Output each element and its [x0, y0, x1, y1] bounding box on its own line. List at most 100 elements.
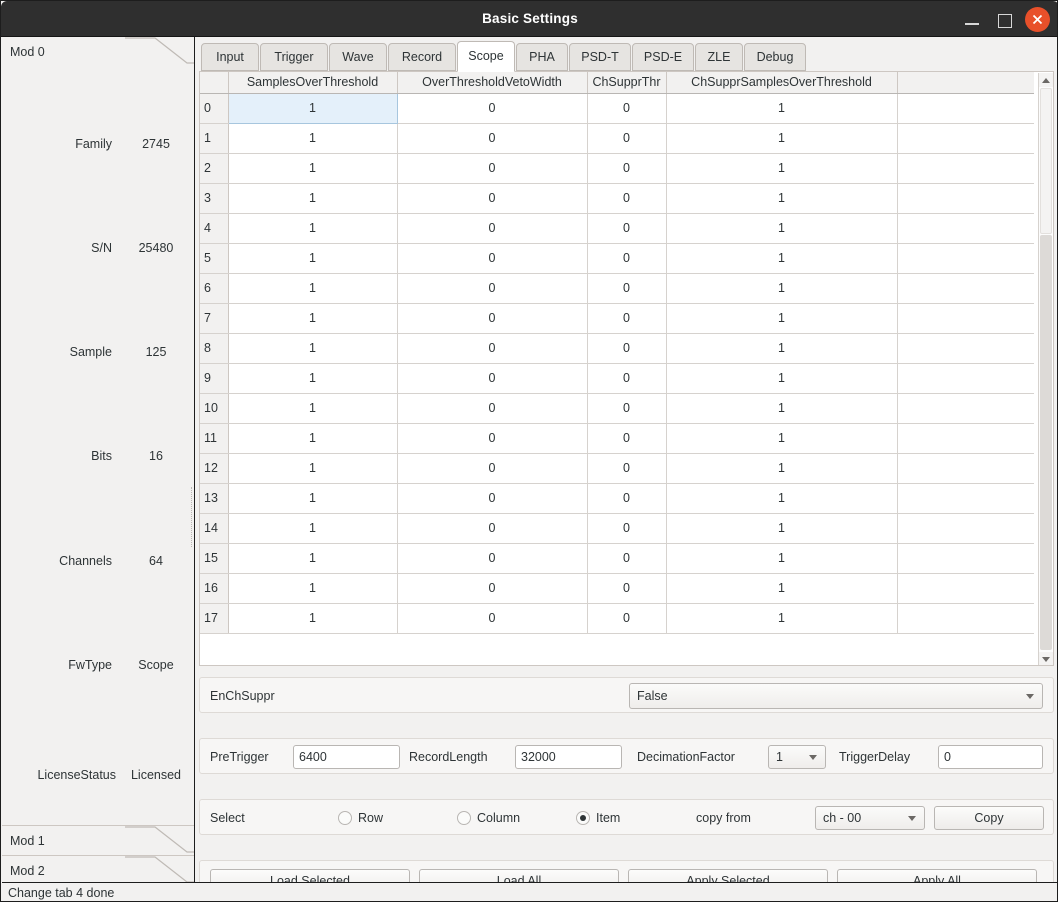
- radio-item[interactable]: [576, 811, 590, 825]
- table-cell[interactable]: 0: [587, 423, 667, 454]
- table-row[interactable]: 31001: [200, 183, 1034, 214]
- tab-scope[interactable]: Scope: [457, 41, 515, 72]
- sidebar-item-mod-1[interactable]: Mod 1: [2, 826, 195, 856]
- row-index-cell[interactable]: 5: [200, 243, 229, 274]
- table-cell[interactable]: 1: [228, 393, 398, 424]
- scrollbar-thumb[interactable]: [1040, 88, 1052, 234]
- row-index-cell[interactable]: 12: [200, 453, 229, 484]
- enchsuppr-combo[interactable]: False: [629, 683, 1043, 709]
- table-row[interactable]: 11001: [200, 123, 1034, 154]
- table-cell[interactable]: 0: [587, 483, 667, 514]
- table-cell[interactable]: 0: [397, 93, 588, 124]
- table-cell[interactable]: 0: [397, 603, 588, 634]
- table-cell[interactable]: 1: [666, 453, 898, 484]
- table-cell[interactable]: 1: [666, 333, 898, 364]
- tab-debug[interactable]: Debug: [744, 43, 806, 71]
- table-cell[interactable]: 1: [228, 153, 398, 184]
- table-cell[interactable]: 0: [397, 573, 588, 604]
- table-cell[interactable]: 0: [397, 123, 588, 154]
- table-cell[interactable]: 1: [227, 92, 398, 124]
- pretrigger-input[interactable]: [293, 745, 400, 769]
- table-cell[interactable]: 1: [666, 153, 898, 184]
- table-cell[interactable]: 1: [666, 213, 898, 244]
- table-cell[interactable]: 1: [666, 363, 898, 394]
- table-cell[interactable]: 0: [397, 303, 588, 334]
- table-cell[interactable]: 0: [587, 333, 667, 364]
- table-cell[interactable]: 0: [397, 423, 588, 454]
- table-cell[interactable]: 1: [666, 423, 898, 454]
- table-cell[interactable]: 1: [228, 273, 398, 304]
- decimationfactor-combo[interactable]: 1: [768, 745, 826, 769]
- table-cell[interactable]: 0: [587, 453, 667, 484]
- table-cell[interactable]: 1: [666, 573, 898, 604]
- table-cell[interactable]: 0: [397, 213, 588, 244]
- table-cell[interactable]: 1: [228, 513, 398, 544]
- table-cell[interactable]: 1: [228, 183, 398, 214]
- tab-zle[interactable]: ZLE: [695, 43, 743, 71]
- tab-record[interactable]: Record: [388, 43, 456, 71]
- table-cell[interactable]: 1: [228, 213, 398, 244]
- table-cell[interactable]: 1: [666, 183, 898, 214]
- table-cell[interactable]: 0: [587, 273, 667, 304]
- table-cell[interactable]: 0: [397, 243, 588, 274]
- row-index-cell[interactable]: 17: [200, 603, 229, 634]
- table-row[interactable]: 13 1 0 0 1: [200, 483, 1034, 514]
- table-cell[interactable]: 0: [397, 183, 588, 214]
- table-cell[interactable]: 0: [397, 273, 588, 304]
- table-row[interactable]: 11 1 0 0 1: [200, 423, 1034, 454]
- row-index-cell[interactable]: 0: [200, 93, 229, 124]
- table-cell[interactable]: 1: [666, 93, 898, 124]
- table-cell[interactable]: 1: [228, 243, 398, 274]
- parameter-table[interactable]: SamplesOverThreshold OverThresholdVetoWi…: [199, 71, 1054, 666]
- table-row[interactable]: 71001: [200, 303, 1034, 334]
- row-index-cell[interactable]: 10: [200, 393, 229, 424]
- table-cell[interactable]: 0: [587, 573, 667, 604]
- tab-input[interactable]: Input: [201, 43, 259, 71]
- maximize-icon[interactable]: [993, 9, 1015, 31]
- row-index-cell[interactable]: 11: [200, 423, 229, 454]
- table-row[interactable]: 17 1 0 0 1: [200, 603, 1034, 634]
- row-index-cell[interactable]: 6: [200, 273, 229, 304]
- close-icon[interactable]: [1025, 7, 1050, 32]
- table-cell[interactable]: 0: [587, 393, 667, 424]
- table-row[interactable]: 81001: [200, 333, 1034, 364]
- column-header-samplesoverthreshold[interactable]: SamplesOverThreshold: [228, 72, 398, 94]
- table-cell[interactable]: 0: [587, 93, 667, 124]
- table-row[interactable]: 14 1 0 0 1: [200, 513, 1034, 544]
- table-cell[interactable]: 0: [397, 543, 588, 574]
- row-index-cell[interactable]: 1: [200, 123, 229, 154]
- radio-row[interactable]: [338, 811, 352, 825]
- table-cell[interactable]: 1: [666, 543, 898, 574]
- table-row[interactable]: 21001: [200, 153, 1034, 184]
- table-row[interactable]: 91001: [200, 363, 1034, 394]
- row-index-cell[interactable]: 2: [200, 153, 229, 184]
- table-cell[interactable]: 1: [666, 603, 898, 634]
- table-cell[interactable]: 0: [587, 213, 667, 244]
- table-cell[interactable]: 1: [666, 303, 898, 334]
- table-cell[interactable]: 1: [666, 273, 898, 304]
- triggerdelay-input[interactable]: [938, 745, 1043, 769]
- tab-psd-t[interactable]: PSD-T: [569, 43, 631, 71]
- table-cell[interactable]: 0: [587, 183, 667, 214]
- table-cell[interactable]: 0: [587, 363, 667, 394]
- table-cell[interactable]: 0: [397, 363, 588, 394]
- table-cell[interactable]: 1: [228, 573, 398, 604]
- table-cell[interactable]: 1: [228, 333, 398, 364]
- table-cell[interactable]: 1: [228, 543, 398, 574]
- table-cell[interactable]: 0: [587, 123, 667, 154]
- minimize-icon[interactable]: [961, 9, 983, 31]
- table-row[interactable]: 16 1 0 0 1: [200, 573, 1034, 604]
- table-cell[interactable]: 0: [587, 243, 667, 274]
- table-cell[interactable]: 1: [228, 483, 398, 514]
- table-cell[interactable]: 1: [666, 243, 898, 274]
- table-cell[interactable]: 1: [666, 513, 898, 544]
- recordlength-input[interactable]: [515, 745, 622, 769]
- sidebar-item-mod-0[interactable]: Mod 0: [2, 37, 195, 67]
- row-index-cell[interactable]: 8: [200, 333, 229, 364]
- table-row[interactable]: 51001: [200, 243, 1034, 274]
- table-cell[interactable]: 0: [397, 393, 588, 424]
- table-cell[interactable]: 0: [397, 333, 588, 364]
- row-index-cell[interactable]: 16: [200, 573, 229, 604]
- tab-pha[interactable]: PHA: [516, 43, 568, 71]
- radio-column[interactable]: [457, 811, 471, 825]
